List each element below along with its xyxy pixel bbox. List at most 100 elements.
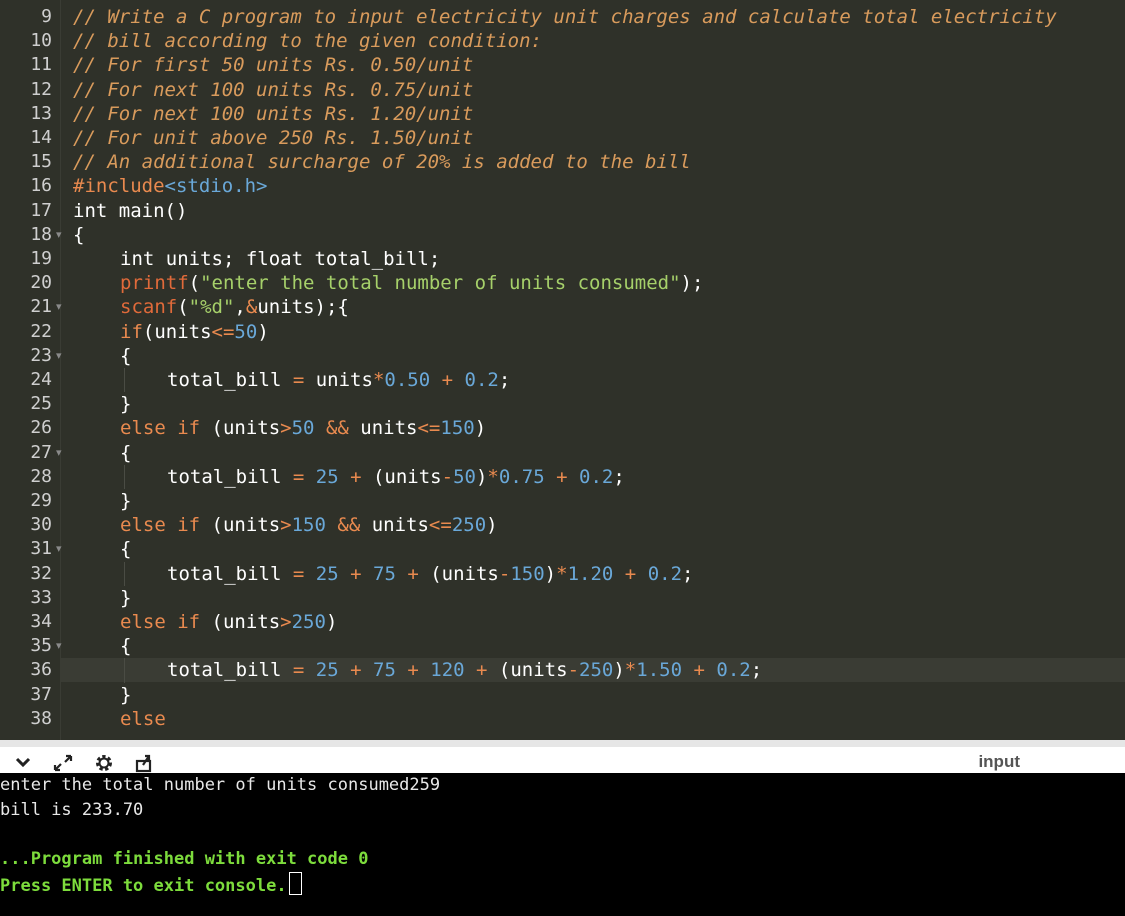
code-token-kw: else if [120, 611, 201, 633]
line-number: 38 [30, 707, 52, 729]
code-token-plain: (units [200, 611, 281, 633]
line-number: 23 [30, 344, 52, 366]
line-number: 34 [30, 611, 52, 632]
code-token-num: 50 [453, 465, 476, 488]
code-token-plain: ); [680, 272, 704, 295]
code-line[interactable]: // For unit above 250 Rs. 1.50/unit [73, 126, 473, 150]
code-token-op: + [624, 562, 637, 585]
code-line[interactable]: total_bill = 25 + 75 + 120 + (units-250)… [167, 658, 762, 682]
code-line[interactable]: else if (units>250) [120, 610, 337, 634]
code-line[interactable]: // For next 100 units Rs. 1.20/unit [73, 102, 473, 126]
code-line[interactable]: // bill according to the given condition… [73, 29, 542, 53]
code-line[interactable]: } [120, 586, 131, 610]
code-line[interactable]: if(units<=50) [120, 320, 269, 344]
code-token-plain: ( [188, 272, 201, 295]
code-token-op: + [476, 659, 488, 682]
code-line[interactable]: else if (units>150 && units<=250) [120, 513, 498, 537]
code-token-op: * [487, 465, 499, 488]
line-number: 36 [30, 659, 52, 681]
code-token-num: 0.50 [384, 369, 431, 391]
code-token-plain: (units [200, 417, 281, 440]
code-line[interactable]: // For first 50 units Rs. 0.50/unit [73, 53, 473, 77]
code-token-op: > [280, 514, 292, 537]
line-number: 22 [30, 320, 52, 342]
line-number: 33 [30, 586, 52, 608]
code-token-num: 250 [291, 611, 326, 633]
line-number: 21 [30, 296, 52, 318]
line-number: 32 [30, 562, 52, 584]
console-cursor[interactable] [288, 872, 302, 896]
line-number: 27 [30, 441, 52, 463]
code-token-num: 150 [440, 417, 475, 440]
code-token-plain: { [120, 635, 132, 658]
code-token-op: + [407, 562, 419, 585]
code-line[interactable]: scanf("%d",&units);{ [120, 295, 349, 319]
code-token-op: <= [417, 417, 441, 440]
code-line[interactable]: total_bill = units*0.50 + 0.2; [167, 368, 510, 392]
code-line[interactable]: // An additional surcharge of 20% is add… [73, 150, 691, 174]
code-line[interactable]: } [120, 392, 131, 416]
code-token-op: <= [211, 320, 235, 343]
line-number: 15 [30, 151, 52, 173]
code-token-op: && [325, 417, 349, 440]
code-token-num: 250 [451, 514, 487, 537]
code-line[interactable]: #include<stdio.h> [73, 174, 267, 198]
code-token-plain: units [304, 369, 373, 391]
code-token-plain: } [120, 490, 132, 512]
output-console[interactable]: enter the total number of units consumed… [0, 773, 1125, 916]
code-token-op: + [350, 465, 362, 488]
line-number: 26 [30, 417, 52, 439]
line-number: 19 [30, 248, 52, 269]
code-token-plain: (units [200, 514, 281, 537]
code-line[interactable]: total_bill = 25 + 75 + (units-150)*1.20 … [167, 562, 693, 586]
code-token-plain: ( [177, 296, 189, 319]
code-line[interactable]: } [120, 683, 131, 707]
code-line[interactable]: { [120, 441, 131, 465]
code-line[interactable]: { [120, 344, 131, 368]
code-line[interactable]: else [120, 707, 166, 731]
code-token-plain: ) [475, 465, 488, 488]
line-number: 9 [41, 6, 52, 27]
code-line[interactable]: // For next 100 units Rs. 0.75/unit [73, 78, 473, 102]
code-token-plain: int main() [73, 199, 188, 222]
code-token-plain: { [120, 344, 132, 367]
code-token-plain: ) [325, 611, 338, 633]
console-toolbar: input [0, 740, 1125, 773]
code-token-plain: total_bill [167, 465, 293, 488]
code-area[interactable]: // Write a C program to input electricit… [60, 0, 1125, 740]
code-line[interactable]: } [120, 489, 131, 513]
code-token-op: + [350, 562, 362, 585]
code-token-num: 0.2 [647, 562, 683, 585]
code-line[interactable]: // Write a C program to input electricit… [73, 5, 1057, 29]
code-token-str: "enter the total number of units consume… [200, 272, 681, 295]
code-line[interactable]: printf("enter the total number of units … [120, 271, 703, 295]
code-line[interactable]: else if (units>50 && units<=150) [120, 416, 486, 440]
line-number: 24 [30, 369, 52, 390]
code-token-kw: if [120, 320, 143, 343]
line-number: 28 [30, 465, 52, 487]
code-token-plain: , [234, 296, 246, 319]
code-token-op: = [292, 562, 305, 585]
code-line[interactable]: { [73, 223, 84, 247]
code-editor[interactable]: 9 10 11 12 13 14 15 16 17 18 ▾ 19 20 21 ▾ 22 23 ▾ 24 25 26 27… [0, 0, 1125, 740]
code-line[interactable]: int main() [73, 199, 187, 223]
code-token-op: * [556, 562, 568, 585]
code-line[interactable]: { [120, 634, 131, 658]
line-number: 25 [30, 393, 52, 415]
code-line[interactable]: int units; float total_bill; [120, 247, 440, 271]
code-token-num: 50 [234, 320, 258, 343]
code-token-num: 250 [579, 659, 614, 682]
input-tab-label[interactable]: input [978, 752, 1020, 772]
code-line[interactable]: { [120, 537, 131, 561]
code-line[interactable]: total_bill = 25 + (units-50)*0.75 + 0.2; [167, 465, 625, 489]
